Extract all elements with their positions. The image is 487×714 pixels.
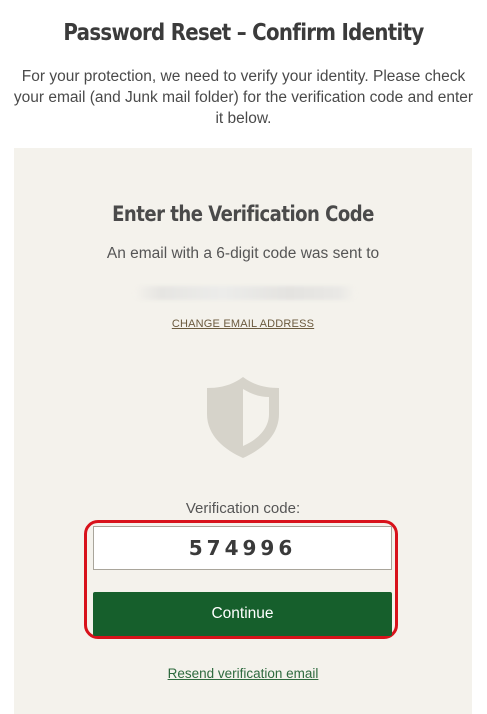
redacted-email-address <box>134 286 356 300</box>
continue-button[interactable]: Continue <box>93 592 392 636</box>
page-title: Password Reset – Confirm Identity <box>63 20 424 46</box>
change-email-link[interactable]: CHANGE EMAIL ADDRESS <box>14 318 472 330</box>
verification-code-input[interactable]: 574996 <box>93 526 392 570</box>
code-sent-text: An email with a 6-digit code was sent to <box>106 245 380 262</box>
shield-icon <box>207 377 279 458</box>
verification-code-label: Verification code: <box>185 500 301 517</box>
intro-text: For your protection, we need to verify y… <box>13 68 474 127</box>
card-title: Enter the Verification Code <box>112 202 374 226</box>
resend-verification-link[interactable]: Resend verification email <box>14 666 472 681</box>
verification-card: Enter the Verification Code An email wit… <box>14 148 472 714</box>
